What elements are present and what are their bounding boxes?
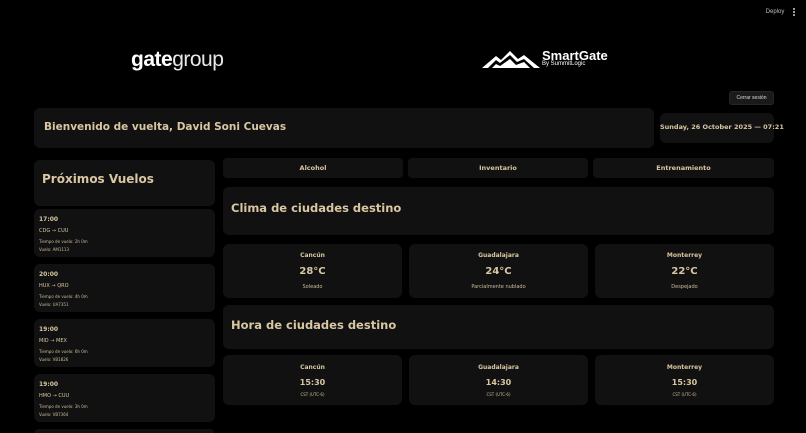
clock-time: 15:30 [299,378,326,387]
gategroup-logo-light: group [172,48,224,71]
flight-time: 19:00 [39,326,59,333]
flight-card[interactable] [34,429,215,433]
welcome-text: Bienvenido de vuelta, David Soni Cuevas [44,121,287,133]
tab-entrenamiento[interactable]: Entrenamiento [593,158,774,178]
flight-number: Vuelo: VB1826 [39,357,69,362]
weather-desc: Soleado [302,284,323,290]
flight-time: 17:00 [39,216,59,223]
clock-timezone: CST (UTC-6) [672,392,697,397]
flight-time: 20:00 [39,271,59,278]
date-text: Sunday, 26 October 2025 — 07:21 [660,123,784,131]
clock-time: 14:30 [485,378,512,387]
weather-temp: 28°C [299,266,326,277]
weather-city: Cancún [300,252,325,259]
clock-city: Monterrey [666,364,703,371]
gategroup-logo-bold: gate [131,48,173,71]
weather-section-header: Clima de ciudades destino [223,187,774,235]
tab-alcohol[interactable]: Alcohol [223,158,403,178]
deploy-button[interactable]: Deploy [760,7,790,17]
clock-card-guadalajara: Guadalajara 14:30 CST (UTC-6) [409,355,588,405]
welcome-banner: Bienvenido de vuelta, David Soni Cuevas [34,108,654,148]
clock-city: Cancún [300,364,325,371]
weather-card-guadalajara: Guadalajara 24°C Parcialmente nublado [409,244,588,298]
flight-card[interactable]: 19:00 HMO → CUU Tiempo de vuelo: 3h 0m V… [34,374,215,422]
clock-time: 15:30 [671,378,698,387]
logout-button[interactable]: Cerrar sesión [729,91,774,105]
weather-title: Clima de ciudades destino [231,201,402,215]
flight-duration: Tiempo de vuelo: 2h 0m [39,239,88,244]
flight-number: Vuelo: AM1113 [39,247,70,252]
weather-temp: 24°C [485,266,512,277]
mountain-icon [482,51,540,68]
flight-time: 19:00 [39,381,59,388]
smartgate-logo: SmartGate By SummitLogic [482,47,616,71]
flight-duration: Tiempo de vuelo: 3h 0m [39,404,88,409]
flight-duration: Tiempo de vuelo: 4h 0m [39,294,88,299]
clock-card-cancun: Cancún 15:30 CST (UTC-6) [223,355,402,405]
flight-route: HMO → CUU [39,393,70,399]
flight-number: Vuelo: UA7351 [39,302,69,307]
flight-route: CDG → CUU [39,228,69,234]
weather-city: Monterrey [666,252,703,259]
flight-number: Vuelo: VB7364 [39,412,69,417]
weather-desc: Parcialmente nublado [471,284,526,290]
flights-header: Próximos Vuelos [34,160,215,206]
flight-card[interactable]: 19:00 MID → MEX Tiempo de vuelo: 6h 0m V… [34,319,215,367]
weather-card-monterrey: Monterrey 22°C Despejado [595,244,774,298]
date-display: Sunday, 26 October 2025 — 07:21 [660,113,784,143]
flight-duration: Tiempo de vuelo: 6h 0m [39,349,88,354]
smartgate-tagline: By SummitLogic [542,61,586,67]
flight-route: HUX → QRO [39,283,69,289]
flights-title: Próximos Vuelos [42,172,154,186]
weather-card-cancun: Cancún 28°C Soleado [223,244,402,298]
flight-card[interactable]: 17:00 CDG → CUU Tiempo de vuelo: 2h 0m V… [34,209,215,257]
clock-section-header: Hora de ciudades destino [223,305,774,349]
kebab-menu-icon[interactable] [789,6,799,18]
flight-route: MID → MEX [39,338,67,344]
clock-timezone: CST (UTC-6) [486,392,511,397]
clock-title: Hora de ciudades destino [231,318,397,332]
gategroup-logo: gategroup [131,48,224,72]
weather-temp: 22°C [671,266,698,277]
clock-card-monterrey: Monterrey 15:30 CST (UTC-6) [595,355,774,405]
weather-desc: Despejado [671,284,698,290]
flight-card[interactable]: 20:00 HUX → QRO Tiempo de vuelo: 4h 0m V… [34,264,215,312]
weather-city: Guadalajara [478,252,519,259]
clock-city: Guadalajara [478,364,519,371]
clock-timezone: CST (UTC-6) [300,392,325,397]
tab-inventario[interactable]: Inventario [408,158,588,178]
